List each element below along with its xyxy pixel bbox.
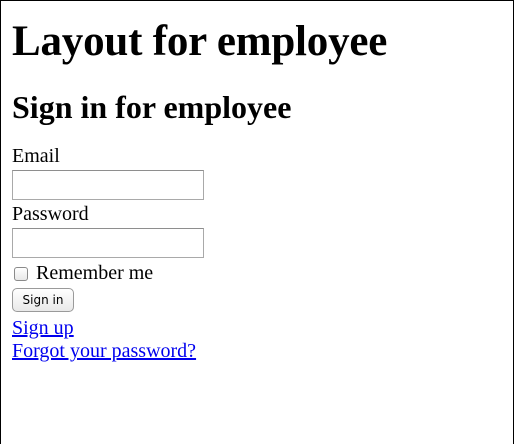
- email-label: Email: [12, 145, 60, 167]
- sign-up-link[interactable]: Sign up: [12, 317, 503, 340]
- sign-in-button[interactable]: Sign in: [12, 288, 74, 312]
- page-title: Layout for employee: [12, 18, 388, 65]
- page-content: Layout for employee Sign in for employee…: [12, 1, 503, 363]
- forgot-password-link[interactable]: Forgot your password?: [12, 340, 503, 363]
- password-label: Password: [12, 203, 89, 225]
- email-field[interactable]: [12, 170, 204, 200]
- remember-me-row: Remember me: [12, 261, 503, 285]
- remember-me-checkbox[interactable]: [14, 266, 28, 281]
- sign-in-form: Email Password Remember me Sign in: [12, 145, 503, 312]
- page-frame: Layout for employee Sign in for employee…: [0, 0, 514, 444]
- remember-me-label: Remember me: [36, 262, 154, 284]
- sign-in-heading: Sign in for employee: [12, 89, 292, 125]
- auth-links: Sign up Forgot your password?: [12, 317, 503, 363]
- password-field[interactable]: [12, 228, 204, 258]
